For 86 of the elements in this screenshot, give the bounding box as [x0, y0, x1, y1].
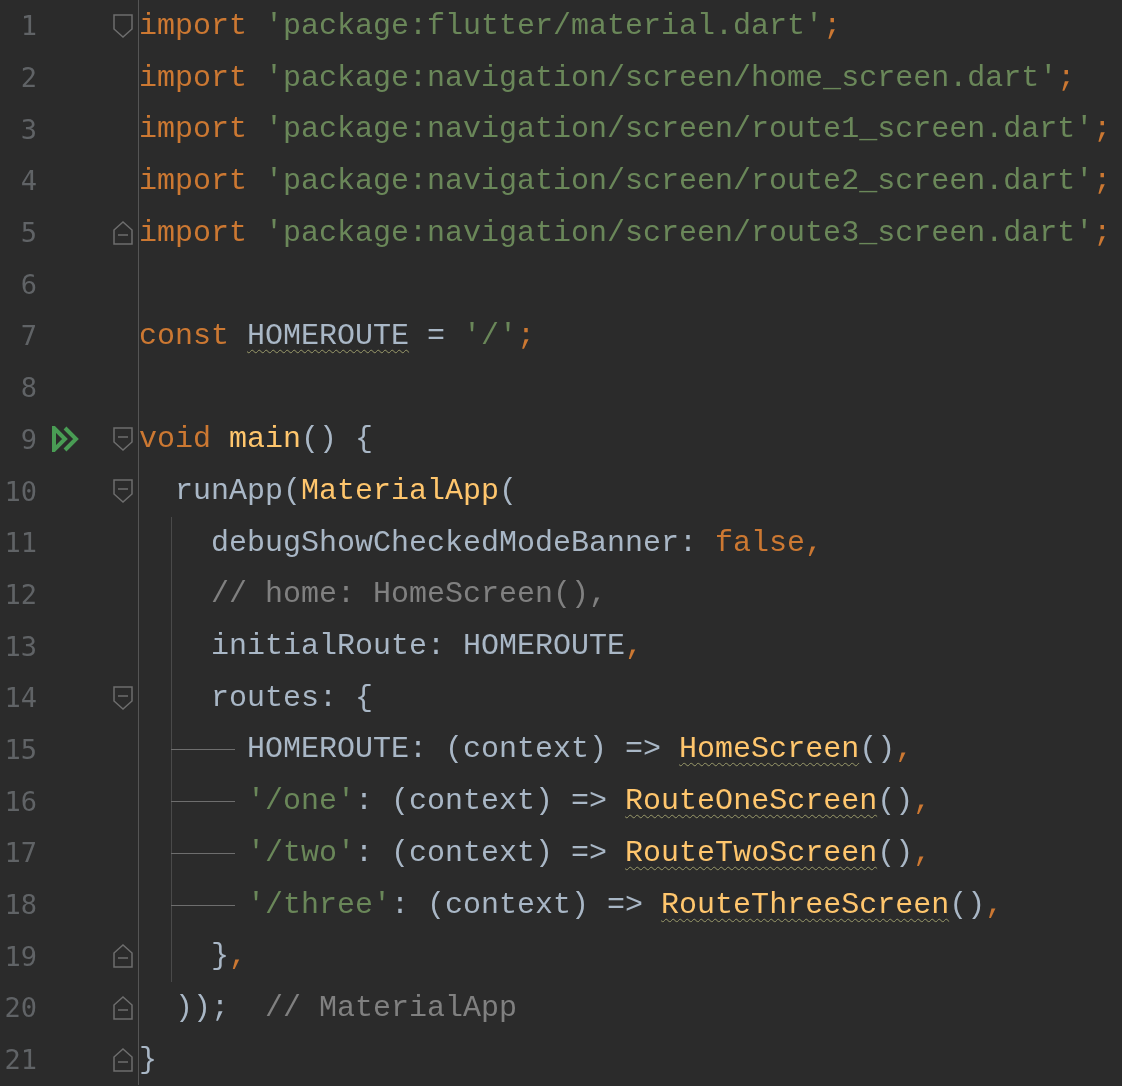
keyword-text: ; — [517, 318, 536, 353]
line-number: 14 — [3, 682, 37, 714]
code-text: () — [877, 784, 914, 819]
function-name-text: main — [229, 422, 302, 457]
code-text: = — [427, 318, 447, 353]
keyword-text: , — [913, 784, 932, 819]
keyword-text: , — [229, 939, 248, 974]
keyword-text: , — [913, 835, 932, 870]
keyword-text: ; — [1093, 112, 1112, 147]
string-text: '/' — [463, 318, 518, 353]
code-text: debugShowCheckedModeBanner: — [211, 525, 699, 560]
string-text: '/two' — [247, 835, 356, 870]
function-name-text: RouteThreeScreen — [661, 887, 950, 922]
string-text: '/one' — [247, 784, 356, 819]
code-text: () { — [301, 422, 374, 457]
line-number: 10 — [3, 475, 37, 507]
run-icon[interactable] — [52, 426, 80, 453]
code-text: )); — [175, 990, 230, 1025]
line-number: 3 — [19, 113, 37, 145]
code-text: } — [139, 1042, 157, 1077]
line-number: 21 — [3, 1044, 37, 1076]
unfold-icon[interactable] — [113, 995, 133, 1020]
keyword-text: import — [139, 112, 249, 147]
line-number: 7 — [19, 320, 37, 352]
string-text: 'package:flutter/material.dart' — [265, 8, 824, 43]
code-text: ( — [499, 474, 518, 509]
code-text: : (context) => — [355, 835, 609, 870]
line-number: 16 — [3, 785, 37, 817]
line-number: 2 — [19, 62, 37, 94]
code-text: routes: { — [211, 680, 374, 715]
line-number: 13 — [3, 630, 37, 662]
keyword-text: void — [139, 422, 212, 457]
line-number: 6 — [19, 268, 37, 300]
line-number: 15 — [3, 733, 37, 765]
keyword-text: false, — [715, 525, 824, 560]
code-text: : (context) => — [355, 784, 609, 819]
function-name-text: MaterialApp — [301, 474, 500, 509]
string-text: 'package:navigation/screen/route1_screen.dart' — [265, 112, 1094, 147]
keyword-text: ; — [1093, 163, 1112, 198]
line-number: 4 — [19, 165, 37, 197]
fold-icon[interactable] — [113, 427, 133, 452]
function-name-text: RouteTwoScreen — [625, 835, 878, 870]
code-text: HOMEROUTE: (context) => — [247, 732, 663, 767]
line-number: 20 — [3, 992, 37, 1024]
keyword-text: import — [139, 215, 249, 250]
string-text: 'package:navigation/screen/route3_screen.dart' — [265, 215, 1094, 250]
code-text: () — [877, 835, 914, 870]
fold-icon[interactable] — [113, 479, 133, 504]
line-number: 17 — [3, 837, 37, 869]
unfold-icon[interactable] — [113, 220, 133, 245]
keyword-text: import — [139, 60, 249, 95]
line-number: 8 — [19, 372, 37, 404]
code-text: HOMEROUTE — [247, 318, 410, 353]
keyword-text: import — [139, 163, 249, 198]
fold-icon[interactable] — [113, 685, 133, 710]
unfold-icon[interactable] — [113, 944, 133, 969]
keyword-text: , — [625, 629, 644, 664]
function-name-text: RouteOneScreen — [625, 784, 878, 819]
keyword-text: ; — [1093, 215, 1112, 250]
line-number: 1 — [19, 10, 37, 42]
string-text: 'package:navigation/screen/home_screen.dart' — [265, 60, 1058, 95]
code-text: } — [211, 939, 230, 974]
keyword-text: const — [139, 318, 230, 353]
code-text: initialRoute: HOMEROUTE — [211, 629, 626, 664]
keyword-text: import — [139, 8, 249, 43]
keyword-text: ; — [1057, 60, 1076, 95]
code-text: : (context) => — [391, 887, 645, 922]
function-name-text: HomeScreen — [679, 732, 860, 767]
keyword-text: , — [985, 887, 1004, 922]
keyword-text: ; — [823, 8, 842, 43]
fold-icon[interactable] — [113, 13, 133, 38]
line-number: 5 — [19, 217, 37, 249]
line-number: 19 — [3, 940, 37, 972]
line-number: 11 — [3, 527, 37, 559]
code-text: runApp( — [175, 474, 302, 509]
line-number: 12 — [3, 578, 37, 610]
line-number: 9 — [19, 423, 37, 455]
comment-text: // MaterialApp — [265, 990, 518, 1025]
code-text: () — [949, 887, 986, 922]
comment-text: // home: HomeScreen(), — [211, 577, 608, 612]
unfold-icon[interactable] — [113, 1047, 133, 1072]
code-text: () — [859, 732, 896, 767]
string-text: '/three' — [247, 887, 392, 922]
line-number: 18 — [3, 889, 37, 921]
string-text: 'package:navigation/screen/route2_screen.dart' — [265, 163, 1094, 198]
keyword-text: , — [895, 732, 914, 767]
